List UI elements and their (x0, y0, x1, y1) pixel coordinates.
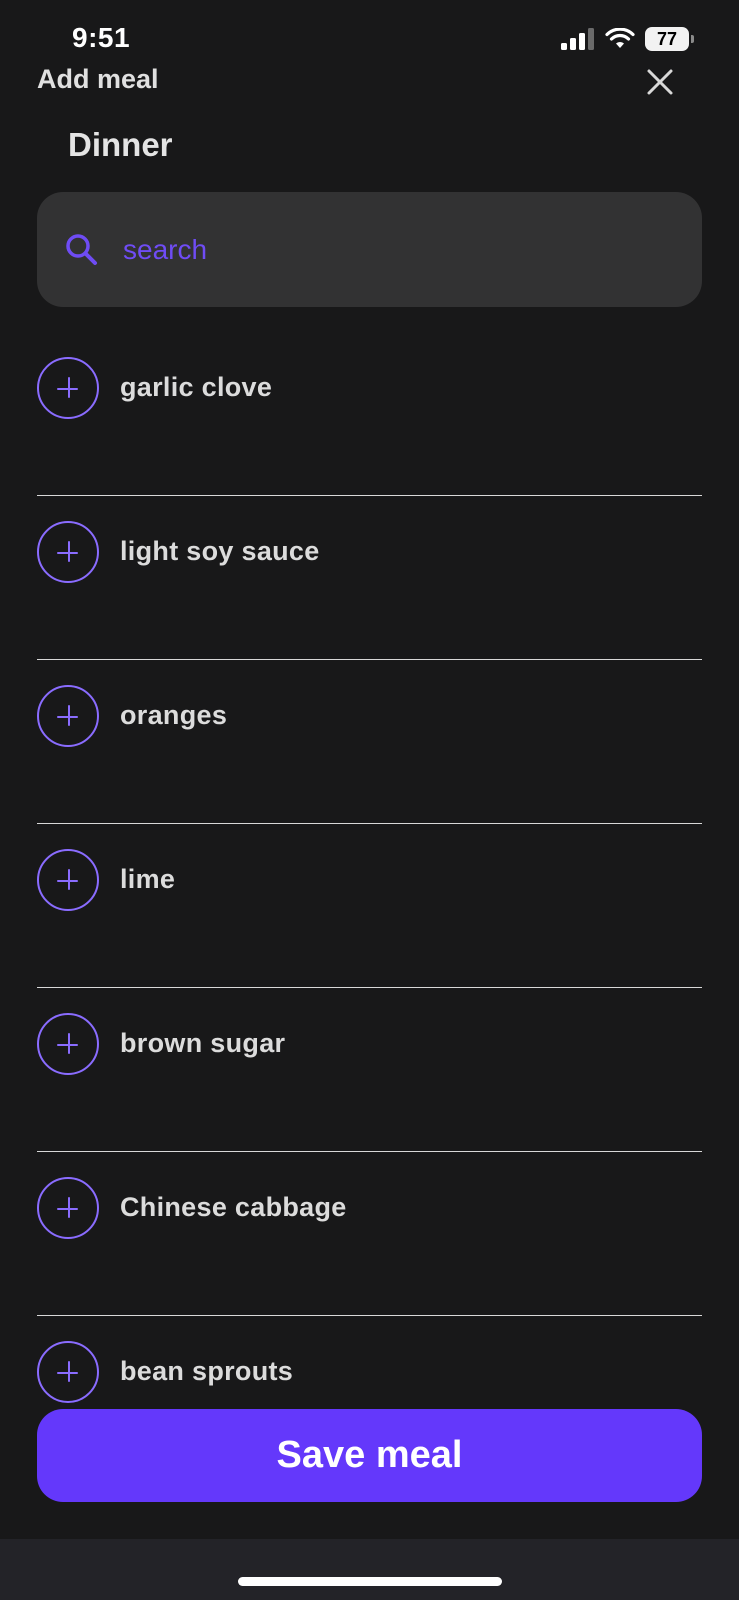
close-button[interactable] (640, 62, 680, 102)
list-item: garlic clove (37, 332, 702, 496)
battery-icon: 77 (645, 27, 694, 51)
meal-title: Dinner (68, 126, 173, 163)
item-label: light soy sauce (120, 536, 320, 566)
add-item-button[interactable] (37, 849, 99, 911)
item-label: oranges (120, 700, 228, 730)
search-box[interactable] (37, 192, 702, 307)
home-indicator[interactable] (238, 1577, 502, 1586)
add-item-button[interactable] (37, 1341, 99, 1403)
item-label: lime (120, 864, 176, 894)
status-time: 9:51 (72, 22, 131, 53)
add-item-button[interactable] (37, 685, 99, 747)
bottom-bar (0, 1539, 739, 1600)
wifi-icon (605, 28, 635, 48)
status-icons: 77 (561, 27, 694, 51)
save-meal-button[interactable]: Save meal (37, 1409, 702, 1502)
list-item: brown sugar (37, 988, 702, 1152)
item-label: bean sprouts (120, 1356, 294, 1386)
close-icon (647, 69, 673, 95)
list-item: lime (37, 824, 702, 988)
ingredient-list: garlic clove light soy sauce oranges lim… (37, 332, 702, 1480)
status-bar: 9:51 77 (0, 0, 739, 70)
add-item-button[interactable] (37, 1013, 99, 1075)
add-item-button[interactable] (37, 1177, 99, 1239)
signal-icon (561, 28, 594, 50)
page-title: Add meal (37, 64, 159, 94)
item-label: Chinese cabbage (120, 1192, 347, 1222)
list-item: oranges (37, 660, 702, 824)
add-item-button[interactable] (37, 521, 99, 583)
item-label: garlic clove (120, 372, 273, 402)
search-input[interactable] (123, 222, 663, 278)
battery-level: 77 (656, 28, 678, 49)
item-label: brown sugar (120, 1028, 286, 1058)
list-item: light soy sauce (37, 496, 702, 660)
list-item: Chinese cabbage (37, 1152, 702, 1316)
add-item-button[interactable] (37, 357, 99, 419)
search-icon (66, 234, 97, 265)
